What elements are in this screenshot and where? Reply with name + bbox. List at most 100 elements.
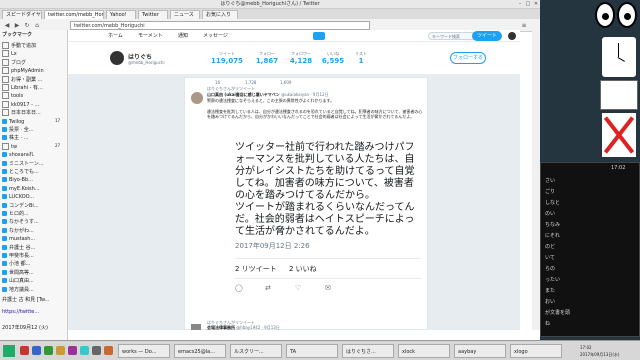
stat-lists[interactable]: リスト 1 (342, 51, 380, 65)
folder-icon (2, 109, 9, 117)
reload-icon[interactable]: ↻ (23, 22, 31, 29)
sidebar-item[interactable]: shoxaraれ (2, 151, 66, 159)
tab-yahoo[interactable]: Yahoo! (106, 10, 136, 19)
next-avatar[interactable] (191, 324, 201, 330)
retweet-icon[interactable]: ⇄ (265, 284, 271, 292)
follow-button[interactable]: フォローする (450, 52, 486, 64)
tweet-date[interactable]: 2017年09月12日 2:26 (235, 241, 310, 251)
sidebar-count-badge: 17 (55, 117, 61, 123)
taskbar-task[interactable]: works — Do... (118, 344, 170, 358)
sidebar-item-label: 地方議員... (9, 286, 34, 293)
back-icon[interactable]: ◀ (3, 22, 11, 29)
reply-count[interactable]: 16 (215, 80, 220, 85)
tab-twitter[interactable]: Twitter (138, 10, 168, 19)
like-total[interactable]: 2 いいね (289, 264, 317, 274)
like-count[interactable]: 1,609 (280, 80, 291, 85)
sidebar-item[interactable]: ヒロ的... (2, 210, 66, 218)
forward-icon[interactable]: ▶ (13, 22, 21, 29)
home-icon[interactable]: ⌂ (33, 22, 41, 29)
terminal-line: ごり (545, 189, 556, 195)
taskbar-task[interactable]: xlogo (510, 344, 562, 358)
next-author[interactable]: 会場法律事務所 (207, 325, 235, 330)
quote-avatar[interactable] (191, 92, 203, 104)
taskbar-task[interactable]: はりぐちさ... (342, 344, 394, 358)
address-bar[interactable]: twitter.com/mebb_Horiguchi (70, 21, 370, 30)
stat-tweets[interactable]: ツイート 119,075 (208, 51, 246, 65)
message-icon[interactable]: ✉ (325, 284, 331, 292)
sidebar-footer-link[interactable]: https://twitte... (2, 308, 66, 316)
taskbar-task[interactable]: aaybay (454, 344, 506, 358)
sidebar-item[interactable]: 投票 · 全... (2, 126, 66, 134)
sidebar-item[interactable]: myE.Koish... (2, 185, 66, 193)
close-button[interactable]: ✕ (532, 1, 540, 8)
retweet-count[interactable]: 1,728 (245, 80, 256, 85)
sidebar-item[interactable]: 弁護士 谷... (2, 244, 66, 252)
start-menu-icon[interactable] (3, 345, 15, 357)
like-icon[interactable]: ♡ (295, 284, 301, 292)
sidebar-item[interactable]: 甲斐市長... (2, 252, 66, 260)
menu-icon[interactable]: ≡ (520, 22, 528, 29)
launcher-icon[interactable] (104, 346, 113, 355)
quote-author[interactable]: 山口真由 (ukai書店に感じ悪いヤマペン (207, 92, 280, 97)
xeyes-widget (595, 0, 640, 30)
stat-following[interactable]: フォロー 1,867 (248, 51, 286, 65)
sidebar-item[interactable]: ミニストーン... (2, 160, 66, 168)
sidebar-item-label: shoxaraれ (9, 152, 34, 159)
launcher-icon[interactable] (32, 346, 41, 355)
folder-icon (2, 42, 9, 49)
maximize-button[interactable]: □ (524, 1, 532, 8)
sidebar-item[interactable]: なかがわ... (2, 227, 66, 235)
terminal-line: しなと (545, 200, 561, 206)
twitter-bird-icon[interactable] (313, 32, 325, 40)
quote-handle: @ukaiakaiyan · 9月12日 (281, 92, 329, 97)
launcher-icon[interactable] (80, 346, 89, 355)
launcher-icon[interactable] (20, 346, 29, 355)
nav-messages[interactable]: メッセージ (203, 32, 228, 40)
terminal-line: いて (545, 255, 555, 261)
taskbar-task[interactable]: TA (286, 344, 338, 358)
taskbar-task[interactable]: ルスクリー... (230, 344, 282, 358)
sidebar-item[interactable]: 世間高等... (2, 269, 66, 277)
sidebar-item[interactable]: なかそうす... (2, 218, 66, 226)
sidebar-item[interactable]: Librahi - 有... (2, 84, 66, 92)
terminal-line: のい (545, 211, 556, 217)
sidebar-item[interactable]: 地方議員... (2, 286, 66, 294)
tab-twitter-active[interactable]: twitter.com/mebb_Horiguchi (44, 10, 104, 19)
terminal-window[interactable]: 17:02 さい ごり しなと のい ちなみ にそれ のど いて らの ったい また おい が文書を頭ね (540, 162, 640, 337)
tab-news[interactable]: ニュース (170, 10, 200, 19)
launcher-icon[interactable] (56, 346, 65, 355)
scrollbar[interactable] (532, 30, 540, 330)
taskbar-task[interactable]: emacs25@la... (174, 344, 226, 358)
sidebar-item[interactable]: 手動で追加 (2, 42, 66, 50)
launcher-icon[interactable] (44, 346, 53, 355)
sidebar-item[interactable]: 株主 · ... (2, 134, 66, 142)
sidebar-item[interactable]: お得・副業 ... (2, 75, 66, 84)
user-avatar-icon[interactable] (508, 32, 516, 40)
taskbar-task[interactable]: xlock (398, 344, 450, 358)
sidebar-item[interactable]: phpMyAdmin (2, 67, 66, 75)
sidebar-item[interactable]: mustash... (2, 235, 66, 243)
reply-icon[interactable]: ◯ (235, 284, 243, 292)
launcher-icon[interactable] (68, 346, 77, 355)
nav-moments[interactable]: モーメント (138, 32, 163, 40)
sidebar-item[interactable]: LUCKOO... (2, 193, 66, 201)
sidebar-item[interactable]: ところでも... (2, 168, 66, 176)
tab-favorites[interactable]: お気に入り (202, 10, 238, 19)
sidebar-item[interactable]: 小池 都... (2, 260, 66, 268)
launcher-icon[interactable] (92, 346, 101, 355)
sidebar-item[interactable]: 日本日本日... (2, 109, 66, 117)
sidebar-item[interactable]: tools (2, 92, 66, 100)
sidebar-item[interactable]: Biyo-Bb... (2, 176, 66, 184)
minimize-button[interactable]: – (516, 1, 524, 8)
tab-speed-dial[interactable]: スピードダイヤル (2, 10, 42, 19)
nav-home[interactable]: ホーム (108, 32, 123, 40)
nav-notifications[interactable]: 通知 (178, 32, 188, 40)
sidebar-item[interactable]: Lx (2, 50, 66, 58)
sidebar-item[interactable]: ブログ (2, 58, 66, 67)
sidebar-item[interactable]: コンデンBi... (2, 202, 66, 210)
sidebar-item[interactable]: 山口真由... (2, 277, 66, 285)
profile-avatar[interactable] (110, 51, 124, 65)
retweet-total[interactable]: 2 リツイート (235, 264, 277, 274)
sidebar-item[interactable]: kk0917 - ... (2, 100, 66, 109)
tweet-button[interactable]: ツイート (472, 31, 502, 41)
